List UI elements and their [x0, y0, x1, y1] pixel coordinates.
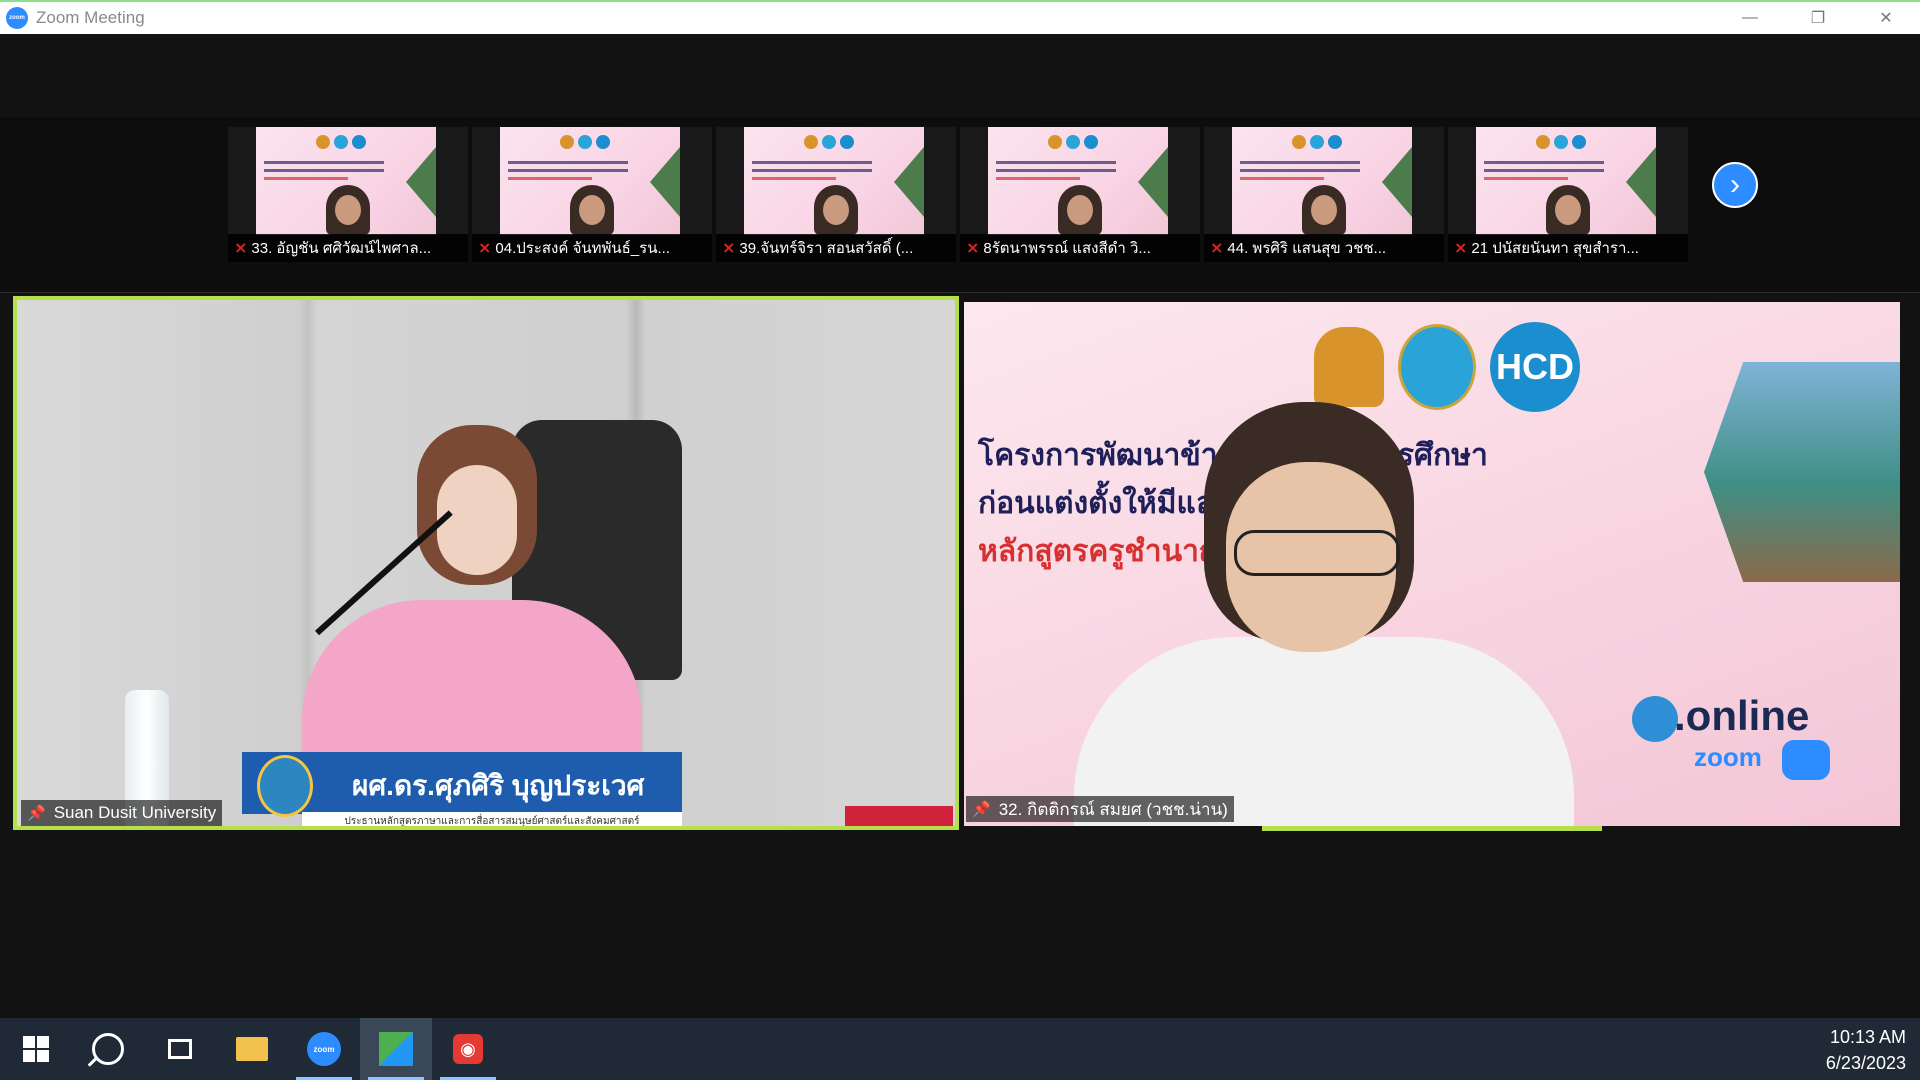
- online-label: .online: [1674, 692, 1810, 739]
- search-icon: [92, 1033, 124, 1065]
- mic-muted-icon: ⨯: [478, 240, 492, 257]
- title-bar: zoom Zoom Meeting — ❐ ✕: [0, 0, 1920, 34]
- participant-thumbnail[interactable]: ⨯ 44. พรศิริ แสนสุข วชช...: [1204, 127, 1444, 262]
- pin-icon: 📌: [27, 805, 46, 822]
- speaker-title: ผศ.ดร.ศุภศิริ บุญประเวศ: [352, 770, 645, 801]
- next-page-button[interactable]: ›: [1712, 162, 1758, 208]
- hcd-logo: HCD: [1490, 322, 1580, 412]
- participant-name-tag: 📌 32. กิตติกรณ์ สมยศ (วชช.น่าน): [966, 796, 1234, 822]
- university-logo: [1398, 324, 1476, 410]
- window-title: Zoom Meeting: [36, 8, 145, 27]
- clock-date: 6/23/2023: [1825, 1053, 1906, 1073]
- university-logo: [257, 755, 313, 817]
- close-button[interactable]: ✕: [1852, 2, 1920, 34]
- taskbar: zoom ◉: [0, 1018, 1920, 1080]
- participant-thumbnail[interactable]: ⨯ 33. อัญชัน ศศิวัฒน์ไพศาล...: [228, 127, 468, 262]
- participant-name: 8รัตนาพรรณ์ แสงสีดำ วิ...: [983, 240, 1151, 257]
- search-button[interactable]: [72, 1018, 144, 1080]
- file-explorer-button[interactable]: [216, 1018, 288, 1080]
- task-view-icon: [168, 1039, 192, 1059]
- participant-name: 44. พรศิริ แสนสุข วชช...: [1227, 240, 1387, 257]
- pin-icon: 📌: [972, 801, 991, 818]
- red-app-taskbar-button[interactable]: ◉: [432, 1018, 504, 1080]
- participant-thumbnail[interactable]: ⨯ 21 ปนัสยนันทา สุขสำรา...: [1448, 127, 1688, 262]
- app-icon: [379, 1032, 413, 1066]
- zoom-label: zoom: [1694, 742, 1762, 772]
- task-view-button[interactable]: [144, 1018, 216, 1080]
- participant-name: 32. กิตติกรณ์ สมยศ (วชช.น่าน): [998, 799, 1228, 819]
- zoom-icon: zoom: [307, 1032, 341, 1066]
- globe-icon: [1632, 696, 1678, 742]
- clock-time: 10:13 AM: [1829, 1027, 1906, 1047]
- participant-name: 39.จันทร์จิรา สอนสวัสดิ์ (...: [739, 240, 914, 257]
- participant-thumbnail[interactable]: ⨯ 04.ประสงค์ จันทพันธ์_รน...: [472, 127, 712, 262]
- system-clock[interactable]: 10:13 AM 6/23/2023: [1826, 1024, 1906, 1076]
- participant-name: 33. อัญชัน ศศิวัฒน์ไพศาล...: [251, 240, 432, 257]
- speaker-subtitle: ประธานหลักสูตรภาษาและการสื่อสารสมนุษย์ศา…: [302, 812, 682, 826]
- participant-thumbnail[interactable]: ⨯ 39.จันทร์จิรา สอนสวัสดิ์ (...: [716, 127, 956, 262]
- start-button[interactable]: [0, 1018, 72, 1080]
- zoom-app-icon: zoom: [6, 7, 28, 29]
- file-explorer-icon: [236, 1037, 268, 1061]
- participant-name-tag: 📌 Suan Dusit University: [21, 800, 223, 826]
- windows-start-icon: [23, 1036, 49, 1062]
- mic-muted-icon: ⨯: [234, 240, 248, 257]
- gallery-strip: ⨯ 33. อัญชัน ศศิวัฒน์ไพศาล... ⨯ 04.ประสงค์…: [0, 117, 1920, 293]
- app-taskbar-button[interactable]: [360, 1018, 432, 1080]
- mic-muted-icon: ⨯: [966, 240, 980, 257]
- video-tile-active-speaker[interactable]: ผศ.ดร.ศุภศิริ บุญประเวศ ประธานหลักสูตรภา…: [13, 296, 959, 830]
- zoom-camera-icon: [1782, 740, 1830, 780]
- participant-thumbnail[interactable]: ⨯ 8รัตนาพรรณ์ แสงสีดำ วิ...: [960, 127, 1200, 262]
- minimize-button[interactable]: —: [1716, 2, 1784, 34]
- chevron-right-icon: ›: [1730, 168, 1740, 201]
- mic-muted-icon: ⨯: [1210, 240, 1224, 257]
- maximize-button[interactable]: ❐: [1784, 2, 1852, 34]
- participant-name: 21 ปนัสยนันทา สุขสำรา...: [1471, 240, 1639, 257]
- mic-muted-icon: ⨯: [1454, 240, 1468, 257]
- zoom-taskbar-button[interactable]: zoom: [288, 1018, 360, 1080]
- building-photo: [1704, 362, 1900, 582]
- participant-name: Suan Dusit University: [53, 803, 217, 822]
- red-app-icon: ◉: [453, 1034, 483, 1064]
- mic-muted-icon: ⨯: [722, 240, 736, 257]
- video-tile-presenter[interactable]: HCD โครงการพัฒนาข้าร ลากรทางการศึกษา ก่อ…: [964, 302, 1900, 826]
- ministry-logo: [1314, 327, 1384, 407]
- window-controls: — ❐ ✕: [1716, 2, 1920, 34]
- participant-name: 04.ประสงค์ จันทพันธ์_รน...: [495, 240, 670, 257]
